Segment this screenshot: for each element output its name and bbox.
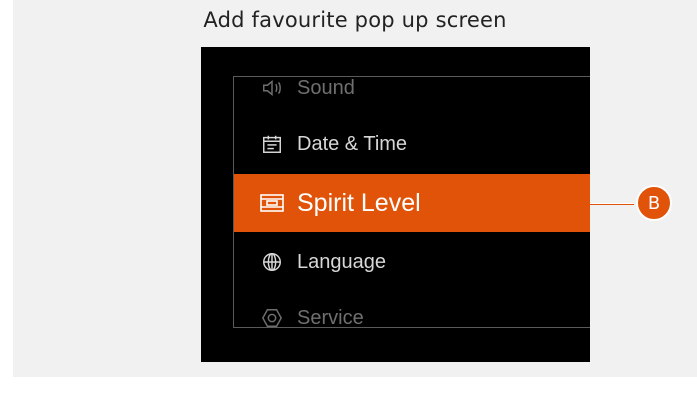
callout-connector-highlight: [590, 203, 634, 204]
menu-item-label: Service: [297, 306, 364, 328]
menu-item-language[interactable]: Language: [234, 234, 590, 290]
menu-item-sound[interactable]: Sound: [234, 76, 590, 116]
speaker-icon: [259, 76, 285, 101]
menu-item-date-time[interactable]: Date & Time: [234, 116, 590, 172]
menu-item-label: Language: [297, 250, 386, 273]
settings-menu: Sound Date & Time Spirit Level Language …: [234, 76, 590, 327]
device-screen: Sound Date & Time Spirit Level Language …: [201, 47, 590, 362]
hexagon-icon: [259, 305, 285, 327]
menu-item-service[interactable]: Service: [234, 290, 590, 327]
calendar-icon: [259, 131, 285, 157]
menu-item-spirit-level[interactable]: Spirit Level: [234, 174, 590, 232]
menu-item-label: Date & Time: [297, 132, 408, 155]
menu-item-label: Spirit Level: [297, 188, 421, 217]
callout-badge: B: [636, 185, 672, 221]
spirit-level-icon: [259, 190, 285, 216]
globe-icon: [259, 249, 285, 275]
menu-item-label: Sound: [297, 76, 355, 99]
figure-canvas: Add favourite pop up screen Sound Date &…: [0, 0, 697, 403]
figure-caption: Add favourite pop up screen: [203, 8, 507, 32]
